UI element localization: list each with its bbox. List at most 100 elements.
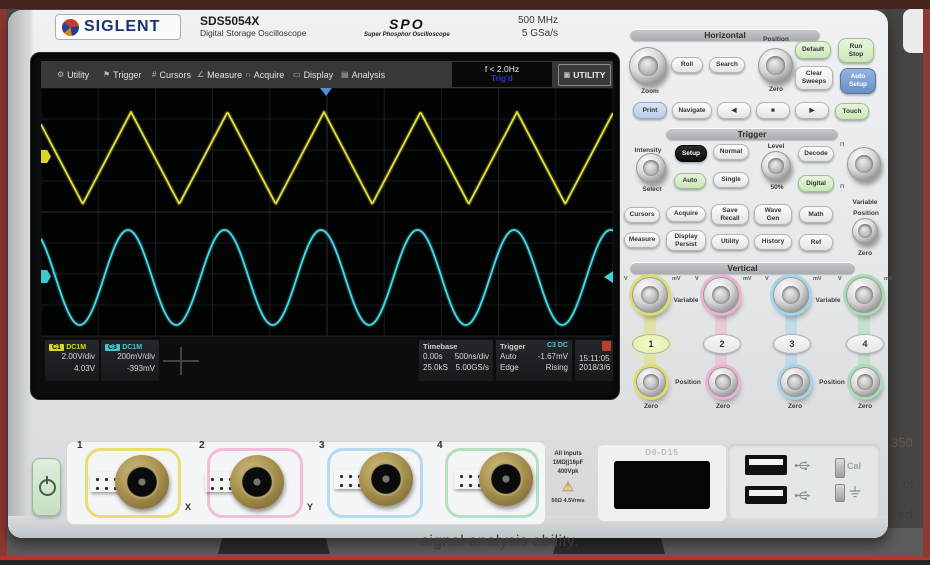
usb-port-bottom[interactable] [745, 486, 787, 504]
measure-button[interactable]: Measure [624, 232, 660, 248]
trigger-variable-knob[interactable] [847, 147, 881, 181]
ch3-scale-knob[interactable] [773, 277, 809, 313]
roll-button[interactable]: Roll [671, 57, 703, 73]
page-icon: ▣ [564, 71, 571, 79]
ch4-position-knob[interactable] [850, 367, 880, 397]
print-button[interactable]: Print [633, 102, 667, 119]
menu-analysis[interactable]: ▤Analysis [341, 61, 385, 88]
ch2-scale-knob[interactable] [703, 277, 739, 313]
ch1-scale-knob[interactable] [632, 277, 668, 313]
trigger-level-knob[interactable] [761, 151, 791, 181]
power-button[interactable] [32, 458, 61, 516]
ch2-bnc-connector[interactable] [230, 455, 284, 509]
graticule [41, 88, 613, 336]
page-caption: signal analysis ability. [360, 533, 640, 551]
usb-cal-plate: Cal [728, 444, 880, 520]
ch1-position-knob[interactable] [636, 367, 666, 397]
utility-softkey[interactable]: ▣ UTILITY [558, 64, 611, 86]
fifty-percent-label: 50% [764, 184, 790, 191]
ref-button[interactable]: Ref [799, 234, 833, 251]
model-number: SDS5054X [200, 14, 306, 28]
display-persist-button[interactable]: Display Persist [666, 230, 706, 251]
digital-input-slot[interactable] [614, 461, 710, 509]
ch3-button[interactable]: 3 [773, 334, 811, 354]
h-position-label: Position [756, 36, 796, 43]
trigger-setup-button[interactable]: Setup [675, 145, 707, 162]
default-button[interactable]: Default [795, 41, 831, 59]
trigger-level-marker[interactable] [604, 271, 613, 283]
run-stop-button[interactable]: Run Stop [838, 38, 874, 63]
ch2-position-knob[interactable] [708, 367, 738, 397]
ch4-bnc-connector[interactable] [479, 452, 533, 506]
usb-port-top[interactable] [745, 455, 787, 475]
screen[interactable]: ⚙Utility ⚑Trigger #Cursors ∠Measure ∩Acq… [41, 61, 613, 383]
horizontal-position-knob[interactable] [758, 48, 793, 83]
timebase-box[interactable]: Timebase 0.00s500ns/div 25.0kS5.00GS/s [419, 340, 493, 381]
navigate-stop-button[interactable]: ■ [756, 102, 790, 119]
ch1-button[interactable]: 1 [632, 334, 670, 354]
decode-button[interactable]: Decode [798, 146, 834, 162]
math-button[interactable]: Math [799, 206, 833, 223]
x-axis-label: X [185, 502, 191, 512]
menu-display[interactable]: ▭Display [293, 61, 333, 88]
timebase-srate: 5.00GS/s [453, 362, 489, 373]
save-recall-button[interactable]: Save Recall [711, 204, 749, 225]
menu-cursors[interactable]: #Cursors [152, 61, 191, 88]
ch3-info-box[interactable]: C3 DC1M 200mV/div -393mV [101, 340, 159, 381]
ground-icon [848, 486, 862, 498]
v-label: V [695, 276, 699, 282]
model-block: SDS5054X Digital Storage Oscilloscope [200, 14, 306, 38]
y-axis-label: Y [307, 502, 313, 512]
utility-button[interactable]: Utility [711, 234, 749, 250]
brand-name: SIGLENT [84, 18, 160, 36]
ch2-button[interactable]: 2 [703, 334, 741, 354]
input-ratings: All Inputs 1MΩ||16pF 400Vpk ⚠ 50Ω 4.5Vrm… [542, 450, 594, 505]
ch1-info-box[interactable]: C1 DC1M 2.00V/div 4.03V [45, 340, 99, 381]
ch3-bnc-connector[interactable] [359, 452, 413, 506]
siglent-logo-icon [62, 19, 79, 36]
timebase-samples: 25.0kS [423, 362, 453, 373]
cursors-button[interactable]: Cursors [624, 207, 660, 223]
frequency-counter: f < 2.0Hz Trig'd [452, 62, 552, 87]
trigger-box[interactable]: Trigger C3 DC Auto-1.67mV EdgeRising [496, 340, 572, 381]
cal-label: Cal [847, 461, 861, 471]
menu-measure[interactable]: ∠Measure [197, 61, 242, 88]
clear-sweeps-button[interactable]: Clear Sweeps [795, 66, 833, 90]
wave-gen-button[interactable]: Wave Gen [754, 204, 792, 225]
trigger-position-marker[interactable] [320, 88, 332, 96]
ch3-scale: 200mV/div [105, 351, 155, 363]
navigate-next-button[interactable]: ▶ [795, 102, 829, 119]
ch1-bnc-connector[interactable] [115, 455, 169, 509]
digital-button[interactable]: Digital [798, 175, 834, 192]
zero-label: Zero [778, 403, 812, 410]
pulse-icon: ⊓ [840, 142, 844, 148]
acquire-button[interactable]: Acquire [666, 206, 706, 222]
cal-output-tab[interactable] [835, 458, 845, 478]
spo-subtitle: Super Phosphor Oscilloscope [364, 32, 450, 38]
ch3-position-knob[interactable] [780, 367, 810, 397]
touch-button[interactable]: Touch [835, 103, 869, 120]
ground-tab[interactable] [835, 484, 845, 502]
search-button[interactable]: Search [709, 57, 745, 73]
history-button[interactable]: History [754, 234, 792, 250]
brand-badge: SIGLENT [55, 14, 181, 40]
caliper-icon: ∠ [197, 70, 204, 79]
menu-acquire[interactable]: ∩Acquire [245, 61, 284, 88]
trigger-auto-button[interactable]: Auto [674, 173, 706, 189]
ch4-button[interactable]: 4 [846, 334, 884, 354]
trigger-single-button[interactable]: Single [713, 172, 749, 188]
border-right [923, 9, 930, 557]
ch1-badge: C1 [49, 344, 64, 351]
m-position-label: Position [846, 210, 886, 217]
menu-position-knob[interactable] [852, 218, 878, 244]
horizontal-zoom-knob[interactable] [629, 47, 667, 85]
navigate-button[interactable]: Navigate [672, 102, 712, 119]
menu-utility[interactable]: ⚙Utility [57, 61, 89, 88]
trigger-normal-button[interactable]: Normal [713, 144, 749, 160]
menu-trigger[interactable]: ⚑Trigger [103, 61, 141, 88]
ch4-scale-knob[interactable] [846, 277, 882, 313]
intensity-knob[interactable] [636, 153, 666, 183]
navigate-prev-button[interactable]: ◀ [717, 102, 751, 119]
auto-setup-button[interactable]: Auto Setup [840, 68, 876, 94]
spo-block: SPO Super Phosphor Oscilloscope [364, 16, 450, 38]
